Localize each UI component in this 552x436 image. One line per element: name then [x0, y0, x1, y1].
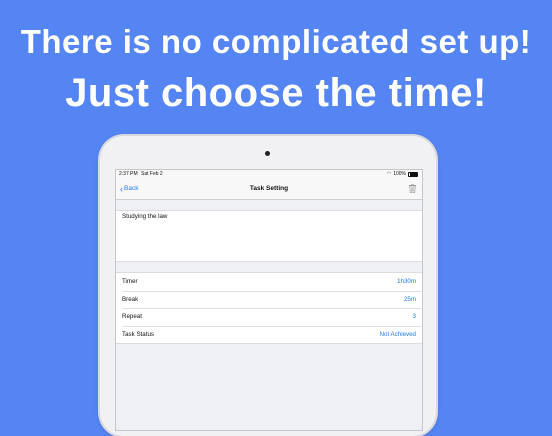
headline-line-2: Just choose the time!: [65, 71, 487, 115]
status-date: Sat Feb 2: [141, 171, 163, 177]
app-screen: 2:37 PM Sat Feb 2 ◠ 100% ‹ Back Task Set…: [115, 169, 423, 431]
navigation-bar: ‹ Back Task Setting: [116, 179, 422, 200]
setting-row-task-status[interactable]: Task Status Not Achieved: [116, 325, 422, 344]
battery-percent: 100%: [393, 171, 406, 177]
status-time: 2:37 PM: [119, 171, 138, 177]
setting-label: Repeat: [122, 313, 142, 321]
camera-icon: [265, 151, 270, 156]
ipad-frame: 2:37 PM Sat Feb 2 ◠ 100% ‹ Back Task Set…: [100, 136, 436, 436]
setting-label: Task Status: [122, 330, 154, 338]
setting-row-timer[interactable]: Timer 1h30m: [116, 273, 422, 291]
setting-value: 1h30m: [397, 278, 416, 286]
trash-icon[interactable]: [409, 184, 416, 193]
battery-icon: [408, 171, 418, 178]
task-note-field[interactable]: Studying the law: [116, 210, 422, 262]
page-title: Task Setting: [249, 185, 289, 192]
setting-label: Timer: [122, 278, 138, 286]
settings-list: Timer 1h30m Break 25m Repeat 3 Task Stat…: [116, 272, 422, 344]
setting-value: Not Achieved: [379, 330, 416, 338]
wifi-icon: ◠: [386, 171, 392, 177]
setting-value: 25m: [403, 295, 416, 303]
setting-value: 3: [412, 313, 416, 321]
setting-label: Break: [122, 295, 139, 303]
status-bar: 2:37 PM Sat Feb 2 ◠ 100%: [116, 170, 422, 179]
setting-row-break[interactable]: Break 25m: [116, 290, 422, 309]
setting-row-repeat[interactable]: Repeat 3: [116, 308, 422, 326]
status-right: ◠ 100%: [387, 170, 418, 179]
headline-line-1: There is no complicated set up!: [20, 23, 532, 60]
